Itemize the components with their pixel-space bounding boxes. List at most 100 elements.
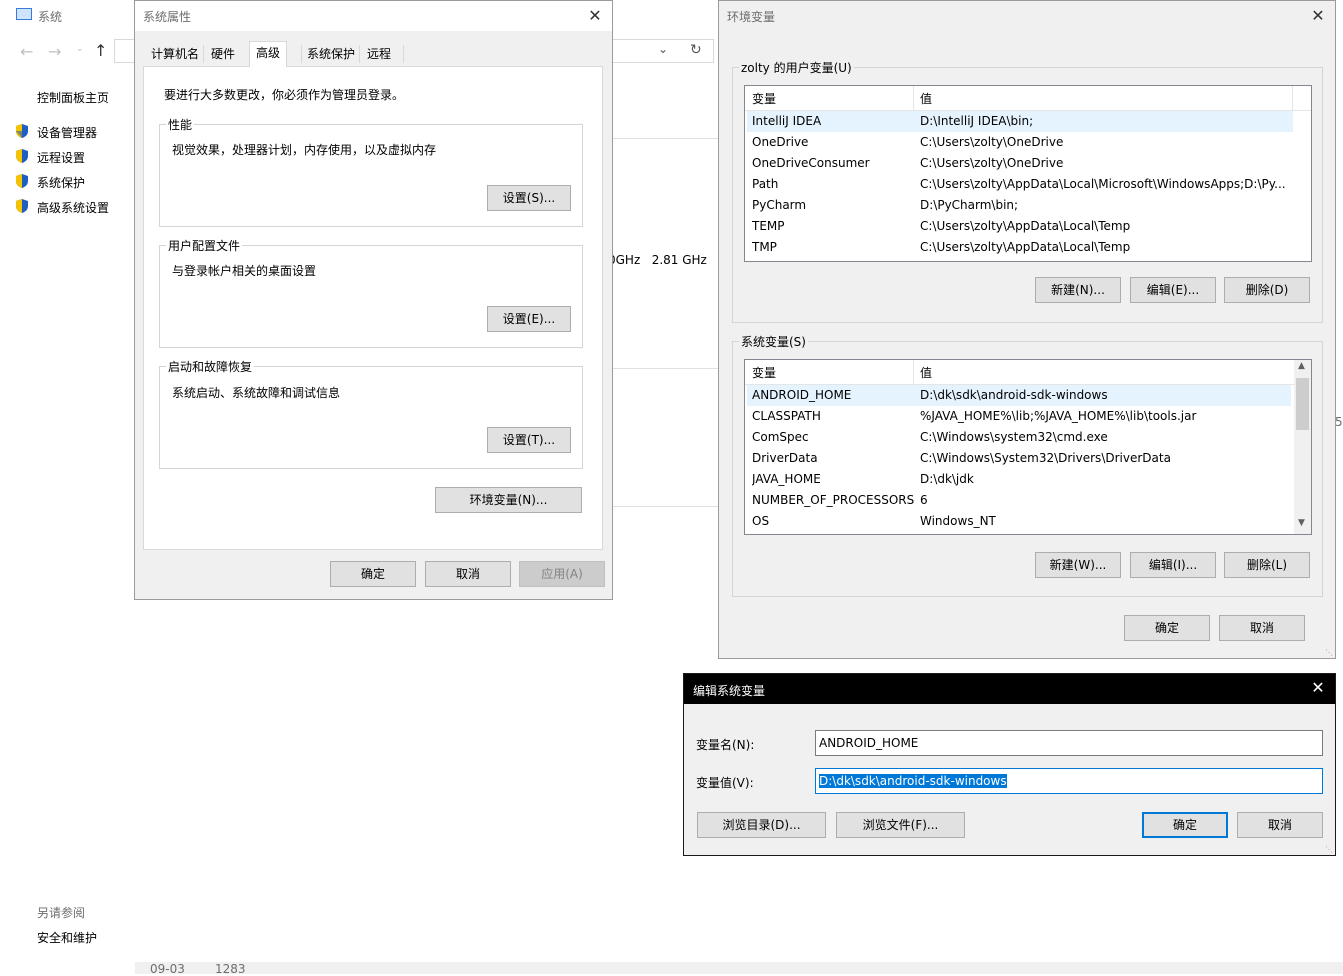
ok-button[interactable]: 确定 [1124, 615, 1210, 641]
ok-button[interactable]: 确定 [330, 561, 416, 587]
table-row[interactable]: TMP C:\Users\zolty\AppData\Local\Temp [747, 237, 1309, 258]
scroll-down-icon[interactable]: ▼ [1298, 518, 1305, 528]
apply-button[interactable]: 应用(A) [519, 561, 605, 587]
column-header-value[interactable]: 值 [920, 364, 932, 381]
variable-value: C:\Windows\System32\Drivers\DriverData [920, 451, 1171, 465]
titlebar: 系统属性 ✕ [135, 1, 612, 31]
dialog-title: 编辑系统变量 [693, 684, 766, 698]
table-row[interactable]: PyCharm D:\PyCharm\bin; [747, 195, 1309, 216]
content-divider [612, 368, 722, 369]
system-edit-button[interactable]: 编辑(I)... [1130, 552, 1216, 578]
resize-grip-icon[interactable]: ⋱ [1325, 648, 1333, 657]
tab-separator [403, 45, 404, 63]
dialog-title: 系统属性 [143, 10, 192, 24]
performance-settings-button[interactable]: 设置(S)... [487, 185, 571, 211]
table-row[interactable]: IntelliJ IDEA D:\IntelliJ IDEA\bin; [747, 111, 1293, 132]
forward-arrow-icon[interactable]: → [48, 42, 61, 61]
resize-grip-icon[interactable]: ⋱ [1325, 845, 1333, 854]
tab-hardware[interactable]: 硬件 [205, 43, 241, 65]
security-maintenance-link[interactable]: 安全和维护 [37, 929, 97, 946]
variable-value: D:\IntelliJ IDEA\bin; [920, 114, 1034, 128]
nav-advanced-settings[interactable]: 高级系统设置 [37, 199, 109, 216]
table-row[interactable]: TEMP C:\Users\zolty\AppData\Local\Temp [747, 216, 1309, 237]
group-description: 视觉效果，处理器计划，内存使用，以及虚拟内存 [172, 143, 437, 157]
user-new-button[interactable]: 新建(N)... [1035, 277, 1121, 303]
table-row[interactable]: OneDrive C:\Users\zolty\OneDrive [747, 132, 1309, 153]
control-panel-home-link[interactable]: 控制面板主页 [37, 89, 109, 106]
cancel-button[interactable]: 取消 [1237, 812, 1323, 838]
group-description: 与登录帐户相关的桌面设置 [172, 264, 317, 278]
table-row[interactable]: ComSpec C:\Windows\system32\cmd.exe [747, 427, 1291, 448]
variable-name: JAVA_HOME [752, 472, 821, 486]
user-profiles-settings-button[interactable]: 设置(E)... [487, 306, 571, 332]
column-header-value[interactable]: 值 [920, 90, 932, 107]
up-arrow-icon[interactable]: ↑ [94, 41, 107, 60]
close-icon[interactable]: ✕ [1307, 5, 1329, 27]
group-title: 性能 [166, 116, 195, 133]
cpu-speed-fragment: 0GHz 2.81 GHz [608, 253, 707, 267]
tab-separator [359, 45, 360, 63]
variable-name: TEMP [752, 219, 785, 233]
close-icon[interactable]: ✕ [584, 5, 606, 27]
edit-system-variable-dialog: 编辑系统变量 ✕ 变量名(N): ANDROID_HOME 变量值(V): D:… [683, 673, 1336, 856]
back-arrow-icon[interactable]: ← [20, 42, 33, 61]
table-row[interactable]: Path C:\Users\zolty\AppData\Local\Micros… [747, 174, 1309, 195]
system-delete-button[interactable]: 删除(L) [1224, 552, 1310, 578]
environment-variables-button[interactable]: 环境变量(N)... [435, 487, 582, 513]
tab-separator [301, 45, 302, 63]
refresh-icon[interactable]: ↻ [690, 42, 702, 58]
nav-device-manager[interactable]: 设备管理器 [37, 124, 97, 141]
background-strip [135, 962, 1343, 974]
performance-group: 性能 视觉效果，处理器计划，内存使用，以及虚拟内存 设置(S)... [159, 116, 583, 227]
recent-dropdown-icon[interactable]: ⌄ [76, 44, 84, 54]
close-icon[interactable]: ✕ [1307, 677, 1329, 699]
system-window-title: 系统 [38, 10, 63, 24]
vertical-scrollbar[interactable]: ▲ ▼ [1294, 360, 1311, 534]
variable-name-label: 变量名(N): [696, 738, 755, 752]
tab-advanced[interactable]: 高级 [249, 41, 288, 67]
browse-file-button[interactable]: 浏览文件(F)... [836, 812, 965, 838]
ok-button[interactable]: 确定 [1142, 812, 1228, 838]
nav-system-protection[interactable]: 系统保护 [37, 174, 85, 191]
column-header-variable[interactable]: 变量 [752, 90, 776, 107]
table-row[interactable]: CLASSPATH %JAVA_HOME%\lib;%JAVA_HOME%\li… [747, 406, 1291, 427]
group-title: 用户配置文件 [166, 237, 243, 254]
table-row[interactable]: ANDROID_HOME D:\dk\sdk\android-sdk-windo… [747, 385, 1291, 406]
tab-page: 要进行大多数更改，你必须作为管理员登录。 性能 视觉效果，处理器计划，内存使用，… [143, 66, 603, 550]
startup-recovery-settings-button[interactable]: 设置(T)... [487, 427, 571, 453]
nav-remote-settings[interactable]: 远程设置 [37, 149, 85, 166]
see-also-label: 另请参阅 [37, 906, 86, 920]
table-row[interactable]: OS Windows_NT [747, 511, 1291, 532]
table-row[interactable]: JAVA_HOME D:\dk\jdk [747, 469, 1291, 490]
list-header: 变量 值 [745, 360, 1311, 385]
variable-name: CLASSPATH [752, 409, 821, 423]
shield-icon [14, 173, 30, 189]
column-header-variable[interactable]: 变量 [752, 364, 776, 381]
variable-value-label: 变量值(V): [696, 776, 754, 790]
scrollbar-thumb[interactable] [1296, 378, 1309, 430]
cancel-button[interactable]: 取消 [425, 561, 511, 587]
user-edit-button[interactable]: 编辑(E)... [1130, 277, 1216, 303]
table-row[interactable]: OneDriveConsumer C:\Users\zolty\OneDrive [747, 153, 1309, 174]
variable-name: TMP [752, 240, 777, 254]
variable-value-field[interactable]: D:\dk\sdk\android-sdk-windows [815, 768, 1323, 794]
user-delete-button[interactable]: 删除(D) [1224, 277, 1310, 303]
variable-value: Windows_NT [920, 514, 996, 528]
system-variables-list[interactable]: 变量 值 ANDROID_HOME D:\dk\sdk\android-sdk-… [744, 359, 1312, 535]
browse-directory-button[interactable]: 浏览目录(D)... [697, 812, 826, 838]
table-row[interactable]: NUMBER_OF_PROCESSORS 6 [747, 490, 1291, 511]
system-new-button[interactable]: 新建(W)... [1035, 552, 1121, 578]
table-row[interactable]: DriverData C:\Windows\System32\Drivers\D… [747, 448, 1291, 469]
tab-system-protection[interactable]: 系统保护 [301, 43, 361, 65]
scroll-up-icon[interactable]: ▲ [1298, 361, 1305, 371]
tab-computer-name[interactable]: 计算机名 [145, 43, 205, 65]
user-variables-list[interactable]: 变量 值 IntelliJ IDEA D:\IntelliJ IDEA\bin;… [744, 85, 1312, 262]
variable-value: C:\Users\zolty\OneDrive [920, 156, 1064, 170]
variable-value: C:\Users\zolty\AppData\Local\Temp [920, 219, 1131, 233]
system-title-icon [16, 8, 32, 20]
tab-remote[interactable]: 远程 [361, 43, 397, 65]
variable-name-field[interactable]: ANDROID_HOME [815, 730, 1323, 756]
dialog-title: 环境变量 [727, 10, 776, 24]
cancel-button[interactable]: 取消 [1219, 615, 1305, 641]
address-dropdown-icon[interactable]: ⌄ [658, 42, 668, 56]
